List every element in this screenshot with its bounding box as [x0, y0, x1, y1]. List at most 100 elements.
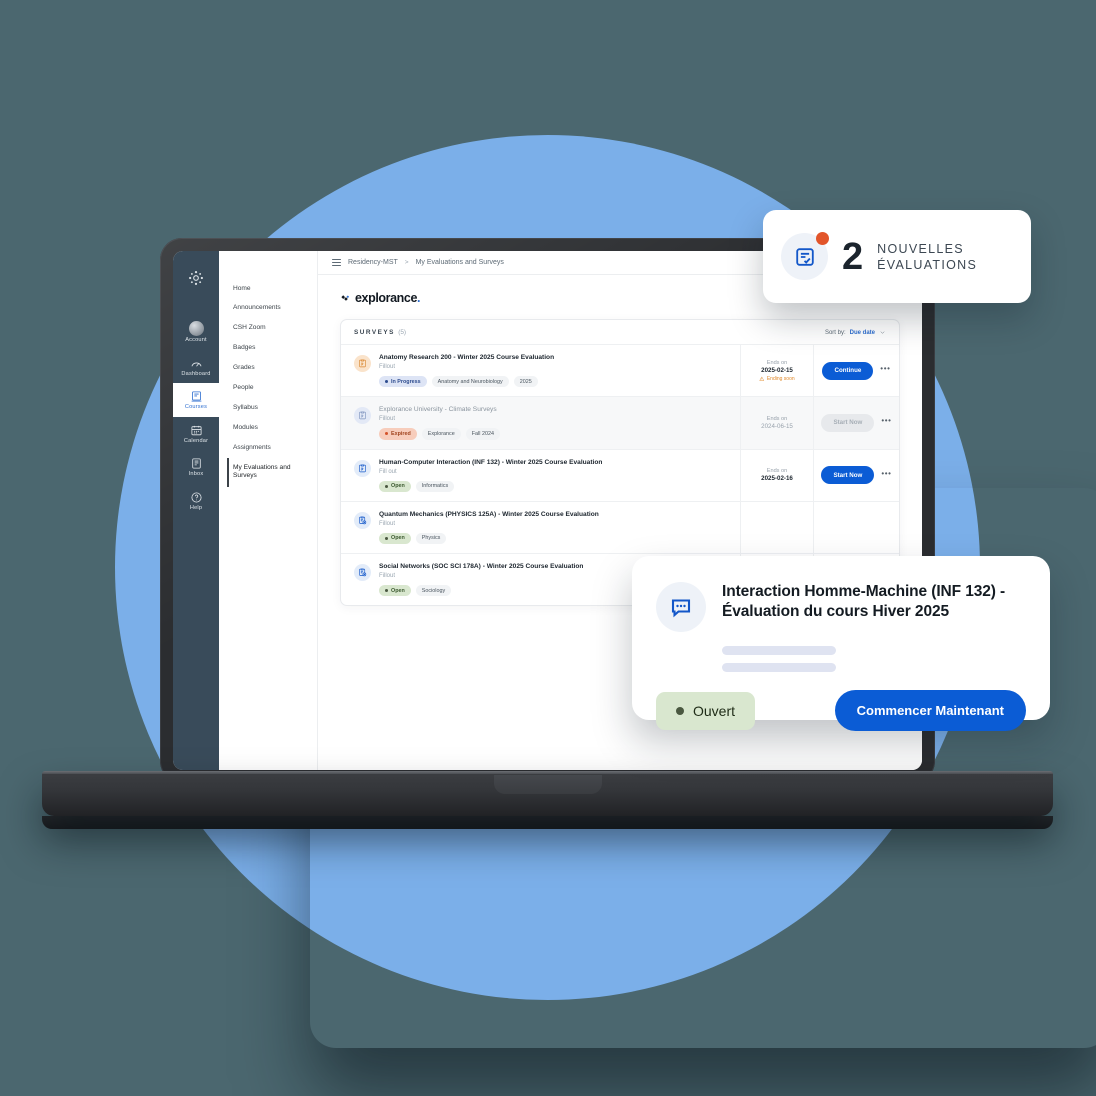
- course-nav-item-announcements[interactable]: Announcements: [229, 299, 317, 319]
- brand-name: explorance.: [355, 291, 421, 305]
- global-nav-label: Help: [189, 504, 203, 511]
- tag-chip: Sociology: [415, 585, 452, 597]
- more-options-icon[interactable]: •••: [881, 469, 891, 477]
- more-options-icon[interactable]: •••: [880, 365, 890, 373]
- table-row[interactable]: Human-Computer Interaction (INF 132) - W…: [341, 448, 899, 501]
- start-now-button[interactable]: Start Now: [821, 413, 875, 432]
- avatar: [188, 321, 204, 336]
- tag-chip: Fall 2024: [465, 428, 500, 440]
- due-date-label: Ends on: [766, 359, 788, 366]
- table-row[interactable]: Anatomy Research 200 - Winter 2025 Cours…: [341, 344, 899, 397]
- tag-chip: Explorance: [421, 428, 461, 440]
- new-evaluations-label: NOUVELLES ÉVALUATIONS: [877, 241, 977, 273]
- breadcrumb-separator: >: [404, 259, 409, 266]
- clipboard-check-icon: [354, 355, 371, 372]
- global-nav-label: Dashboard: [181, 370, 211, 377]
- survey-due-date: [740, 501, 813, 553]
- global-nav-item-calendar[interactable]: Calendar: [173, 417, 219, 451]
- breadcrumb-page[interactable]: My Evaluations and Surveys: [416, 259, 504, 266]
- canvas-logo-icon[interactable]: [187, 269, 205, 292]
- survey-icon-wrapper: [781, 232, 829, 280]
- tag-chip: 2025: [513, 376, 538, 388]
- course-nav-item-modules[interactable]: Modules: [229, 418, 317, 438]
- global-nav-label: Courses: [184, 404, 208, 411]
- start-now-button[interactable]: Commencer Maintenant: [834, 690, 1026, 731]
- survey-info: Human-Computer Interaction (INF 132) - W…: [341, 450, 740, 501]
- new-evaluations-line2: ÉVALUATIONS: [877, 257, 978, 272]
- survey-chips: In Progress Anatomy and Neurobiology 202…: [379, 376, 730, 388]
- evaluation-title-line2: Évaluation du cours Hiver 2025: [722, 602, 950, 620]
- due-date-value: 2025-02-16: [761, 475, 793, 483]
- laptop-base: [42, 771, 1053, 816]
- course-nav-item-home[interactable]: Home: [229, 279, 317, 299]
- placeholder-bar: [722, 663, 836, 672]
- start-now-button[interactable]: Start Now: [821, 466, 875, 485]
- chat-bubble-icon: [656, 582, 706, 632]
- more-options-icon[interactable]: •••: [881, 417, 891, 425]
- course-nav-item-syllabus[interactable]: Syllabus: [229, 398, 317, 418]
- explorance-diamond-icon: [341, 294, 350, 301]
- course-nav-item-grades[interactable]: Grades: [229, 359, 317, 379]
- surveys-count: (5): [398, 329, 407, 336]
- due-date-value: 2024-06-15: [761, 422, 793, 430]
- survey-info: Anatomy Research 200 - Winter 2025 Cours…: [341, 345, 740, 396]
- tag-chip: Anatomy and Neurobiology: [431, 376, 509, 388]
- continue-button[interactable]: Continue: [822, 361, 874, 380]
- course-nav-item-assignments[interactable]: Assignments: [229, 438, 317, 458]
- placeholder-bar: [722, 646, 836, 655]
- ending-soon-warning: Ending soon: [759, 376, 795, 382]
- clipboard-add-icon: [354, 511, 371, 529]
- sort-by-control[interactable]: Sort by: Due date: [825, 329, 886, 336]
- status-badge: In Progress: [379, 376, 427, 388]
- survey-subtitle: Fillout: [379, 364, 396, 371]
- clipboard-check-icon: [354, 407, 371, 425]
- status-badge: Ouvert: [656, 691, 756, 730]
- global-nav-item-account[interactable]: Account: [173, 314, 219, 350]
- chevron-down-icon: [880, 331, 885, 334]
- courses-icon: [191, 391, 201, 402]
- table-row[interactable]: Quantum Mechanics (PHYSICS 125A) - Winte…: [341, 500, 899, 553]
- course-nav-item-my-evaluations-and-surveys[interactable]: My Evaluations and Surveys: [227, 458, 317, 487]
- survey-name: Explorance University - Climate Surveys: [379, 406, 497, 414]
- surveys-card-header: SURVEYS (5) Sort by: Due date: [341, 320, 899, 344]
- status-badge: Open: [379, 585, 411, 597]
- global-nav: Account Dashboard Courses Calendar Inbox…: [173, 251, 219, 770]
- evaluation-detail-actions: Ouvert Commencer Maintenant: [656, 690, 1026, 731]
- global-nav-item-courses[interactable]: Courses: [173, 383, 219, 417]
- survey-due-date: Ends on 2025-02-15 Ending soon: [740, 345, 813, 397]
- table-row[interactable]: Explorance University - Climate Surveys …: [341, 396, 899, 449]
- global-nav-item-dashboard[interactable]: Dashboard: [173, 350, 219, 384]
- survey-name: Human-Computer Interaction (INF 132) - W…: [379, 458, 603, 466]
- status-badge: Open: [379, 480, 411, 492]
- sort-by-value: Due date: [849, 329, 875, 336]
- survey-actions: [813, 501, 899, 553]
- clipboard-add-icon: [354, 564, 371, 581]
- evaluation-title-line1: Interaction Homme-Machine (INF 132) -: [722, 583, 1006, 600]
- course-nav-item-people[interactable]: People: [229, 378, 317, 398]
- calendar-icon: [190, 425, 202, 436]
- due-date-label: Ends on: [766, 468, 788, 475]
- global-nav-label: Calendar: [183, 437, 209, 444]
- evaluation-detail-header: Interaction Homme-Machine (INF 132) - Év…: [656, 582, 1026, 632]
- breadcrumb-course[interactable]: Residency-MST: [348, 259, 398, 266]
- status-badge: Expired: [379, 428, 417, 440]
- survey-due-date: Ends on 2024-06-15: [740, 397, 813, 449]
- laptop-trackpad-notch: [493, 775, 602, 794]
- scene: Account Dashboard Courses Calendar Inbox…: [0, 0, 1096, 1096]
- survey-info: Explorance University - Climate Surveys …: [341, 397, 740, 448]
- sort-by-label: Sort by:: [824, 329, 846, 336]
- survey-actions: Continue •••: [813, 345, 899, 397]
- status-label: Ouvert: [693, 702, 736, 719]
- new-evaluations-count: 2: [842, 235, 864, 278]
- survey-due-date: Ends on 2025-02-16: [740, 449, 813, 501]
- course-nav-item-badges[interactable]: Badges: [229, 339, 317, 359]
- tag-chip: Physics: [415, 532, 447, 544]
- survey-subtitle: Fillout: [379, 416, 396, 423]
- global-nav-item-inbox[interactable]: Inbox: [173, 450, 219, 484]
- surveys-title: SURVEYS (5): [354, 329, 407, 336]
- global-nav-label: Account: [185, 337, 207, 343]
- course-nav-item-csh-zoom[interactable]: CSH Zoom: [229, 319, 317, 339]
- evaluation-detail-title: Interaction Homme-Machine (INF 132) - Év…: [722, 582, 1005, 622]
- global-nav-item-help[interactable]: Help: [173, 484, 219, 518]
- hamburger-icon[interactable]: [332, 258, 341, 267]
